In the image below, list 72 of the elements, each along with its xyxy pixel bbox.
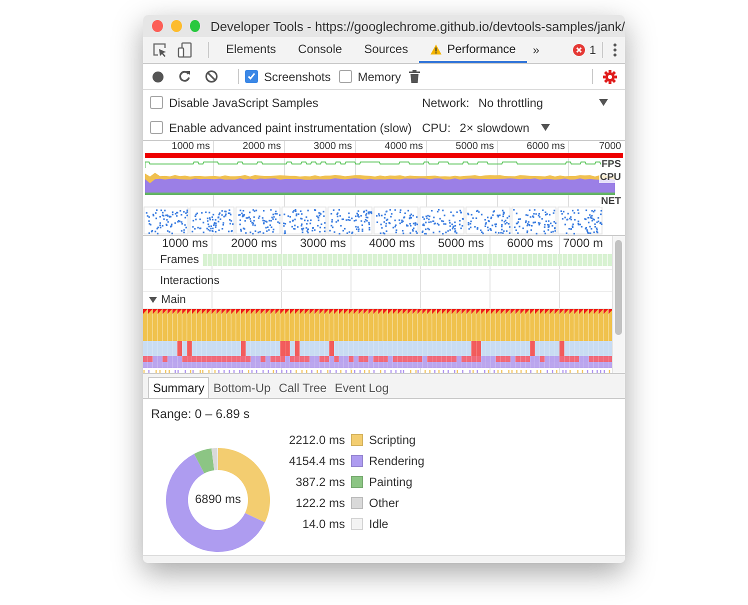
ruler-tick: 6000 ms	[506, 236, 554, 251]
total-time: 6890 ms	[194, 492, 242, 506]
dropdown-label: Network:	[422, 96, 470, 110]
trash-icon[interactable]	[409, 70, 420, 83]
panel-tab[interactable]: Elements	[215, 37, 288, 63]
panel-tab[interactable]: Sources	[353, 37, 420, 63]
ruler-tick: 7000	[598, 141, 622, 153]
legend-value: 122.2 ms	[294, 496, 345, 510]
ruler-tick: 2000 ms	[242, 141, 282, 153]
legend-value: 2212.0 ms	[288, 433, 345, 447]
legend-value: 4154.4 ms	[288, 454, 345, 468]
ruler-tick: 7000 m	[562, 236, 604, 251]
ruler-tick: 5000 ms	[436, 236, 485, 251]
collapse-icon[interactable]	[149, 296, 157, 304]
option-checkbox[interactable]: Memory	[338, 70, 402, 84]
legend-label: Idle	[369, 517, 390, 531]
clear-icon[interactable]	[205, 70, 218, 83]
ruler-tick: 4000 ms	[384, 141, 424, 153]
device-icon[interactable]	[177, 42, 193, 58]
track-label: NET	[600, 196, 622, 207]
details-tab[interactable]: Bottom-Up	[209, 377, 275, 398]
option-checkbox[interactable]: Disable JavaScript Samples	[150, 96, 412, 110]
record-icon[interactable]	[152, 70, 164, 82]
details-tab[interactable]: Call Tree	[274, 377, 331, 398]
option-checkbox[interactable]: Screenshots	[245, 70, 331, 84]
checkbox[interactable]	[338, 70, 352, 83]
panel-tab[interactable]: Performance	[419, 37, 527, 63]
legend-value: 387.2 ms	[294, 475, 345, 489]
check-icon	[247, 72, 256, 81]
range-label: Range: 0 – 6.89 s	[151, 407, 251, 421]
checkbox[interactable]	[245, 70, 258, 83]
legend-label: Scripting	[369, 433, 417, 447]
track-label: FPS	[600, 159, 622, 170]
window-title: Developer Tools - https://googlechrome.github.io/devtools-samples/jank/	[210, 18, 625, 34]
ruler-tick: 3000 ms	[312, 141, 353, 153]
caret-icon	[599, 99, 608, 106]
scrollbar[interactable]	[615, 240, 622, 335]
ruler-tick: 5000 ms	[454, 141, 495, 153]
legend-label: Other	[369, 496, 400, 510]
throttle-dropdown[interactable]: No throttling	[478, 96, 608, 110]
ruler-tick: 1000 ms	[170, 141, 211, 153]
dropdown-label: CPU:	[422, 120, 451, 134]
throttle-dropdown[interactable]: 2× slowdown	[460, 120, 550, 134]
ruler-tick: 6000 ms	[526, 141, 566, 153]
checkbox[interactable]	[150, 96, 163, 109]
ruler-tick: 2000 ms	[230, 236, 278, 251]
track-label: Frames	[160, 254, 199, 266]
checkbox-label: Disable JavaScript Samples	[169, 96, 318, 110]
inspect-icon[interactable]	[152, 42, 168, 58]
track-label: Main	[161, 294, 186, 306]
caret-icon	[541, 124, 550, 131]
settings-icon[interactable]	[603, 70, 617, 84]
details-tab[interactable]: Event Log	[330, 377, 393, 398]
ruler-tick: 3000 ms	[298, 236, 347, 251]
more-tabs-button[interactable]: »	[526, 37, 546, 63]
ruler-tick: 4000 ms	[368, 236, 416, 251]
error-icon	[573, 44, 586, 56]
legend-label: Rendering	[369, 454, 424, 468]
track-label: Interactions	[160, 274, 220, 286]
panel-tab[interactable]: Console	[287, 37, 354, 63]
menu-icon[interactable]	[613, 43, 617, 57]
legend-value: 14.0 ms	[301, 517, 345, 531]
reload-icon[interactable]	[178, 70, 191, 83]
checkbox[interactable]	[150, 121, 163, 134]
ruler-tick: 1000 ms	[160, 236, 209, 251]
details-tab[interactable]: Summary	[148, 377, 210, 398]
legend-label: Painting	[369, 475, 414, 489]
checkbox-label: Memory	[358, 70, 402, 84]
track-label: CPU	[598, 172, 622, 183]
error-count[interactable]: 1	[589, 43, 596, 57]
checkbox-label: Screenshots	[264, 70, 331, 84]
close-icon[interactable]	[152, 20, 163, 32]
